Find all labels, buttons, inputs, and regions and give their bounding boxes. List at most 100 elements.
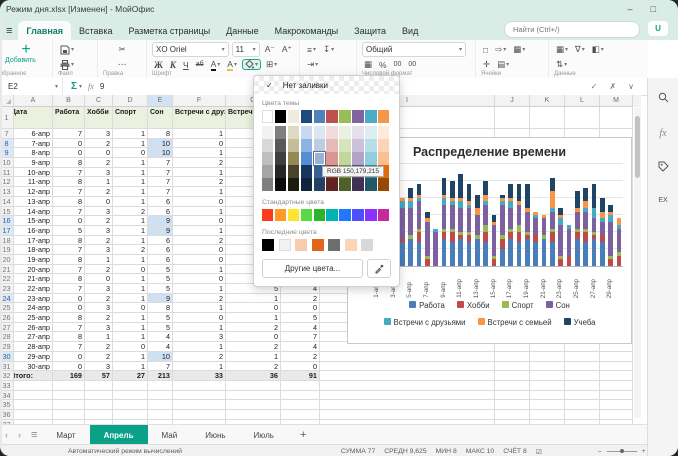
- color-swatch[interactable]: [339, 139, 350, 152]
- value-cell[interactable]: 7: [281, 332, 320, 342]
- color-swatch[interactable]: [339, 110, 350, 123]
- column-header-K[interactable]: K: [530, 95, 565, 107]
- color-swatch[interactable]: [314, 139, 325, 152]
- value-cell[interactable]: 3: [85, 245, 113, 255]
- color-swatch[interactable]: [326, 152, 337, 165]
- sheet-tab-Май[interactable]: Май: [148, 425, 192, 445]
- row-number[interactable]: 18: [0, 236, 14, 246]
- empty-cell[interactable]: [530, 391, 565, 401]
- empty-cell[interactable]: [226, 400, 281, 410]
- empty-cell[interactable]: [113, 400, 148, 410]
- value-cell[interactable]: 2: [226, 342, 281, 352]
- value-cell[interactable]: 3: [85, 362, 113, 372]
- color-swatch[interactable]: [262, 110, 273, 123]
- font-smaller-button[interactable]: А⁻: [263, 44, 277, 55]
- value-cell[interactable]: 8: [53, 236, 85, 246]
- value-cell[interactable]: 0: [53, 303, 85, 313]
- empty-cell[interactable]: [53, 381, 85, 391]
- empty-cell[interactable]: [530, 362, 565, 372]
- value-cell[interactable]: 7: [148, 177, 173, 187]
- menu-tab-Вставка[interactable]: Вставка: [71, 21, 120, 40]
- vertical-align-button[interactable]: ↧▾: [321, 44, 336, 55]
- value-cell[interactable]: 1: [113, 129, 148, 139]
- currency-button[interactable]: ▦: [362, 59, 374, 70]
- value-cell[interactable]: 2: [85, 216, 113, 226]
- add-sheet-button[interactable]: +: [288, 429, 318, 441]
- color-swatch[interactable]: [365, 126, 376, 139]
- color-swatch[interactable]: [301, 126, 312, 139]
- color-swatch[interactable]: [326, 178, 337, 191]
- color-swatch[interactable]: [288, 209, 299, 221]
- empty-cell[interactable]: [530, 400, 565, 410]
- row-number[interactable]: 17: [0, 226, 14, 236]
- strikethrough-button[interactable]: аб: [194, 61, 206, 68]
- row-number[interactable]: 21: [0, 265, 14, 275]
- tag-icon[interactable]: [658, 161, 669, 175]
- color-swatch[interactable]: [378, 178, 389, 191]
- date-cell[interactable]: 24-апр: [14, 303, 53, 313]
- row-number[interactable]: 25: [0, 303, 14, 313]
- value-cell[interactable]: 1: [113, 168, 148, 178]
- empty-cell[interactable]: [495, 391, 530, 401]
- color-swatch[interactable]: [279, 239, 291, 251]
- date-cell[interactable]: 28-апр: [14, 342, 53, 352]
- stats-settings-icon[interactable]: ☑: [536, 448, 542, 456]
- color-swatch[interactable]: [378, 110, 389, 123]
- next-sheet-icon[interactable]: ›: [13, 430, 26, 440]
- zoom-slider[interactable]: [607, 451, 637, 452]
- value-cell[interactable]: 2: [85, 236, 113, 246]
- cut-button[interactable]: ✂: [116, 44, 127, 55]
- empty-cell[interactable]: [226, 410, 281, 420]
- date-cell[interactable]: 6-апр: [14, 129, 53, 139]
- value-cell[interactable]: 5: [148, 274, 173, 284]
- color-swatch[interactable]: [352, 178, 363, 191]
- color-swatch[interactable]: [326, 139, 337, 152]
- value-cell[interactable]: 1: [113, 332, 148, 342]
- color-swatch[interactable]: [275, 152, 286, 165]
- value-cell[interactable]: 0: [53, 148, 85, 158]
- empty-cell[interactable]: [565, 371, 600, 381]
- value-cell[interactable]: 7: [53, 187, 85, 197]
- value-cell[interactable]: 1: [173, 129, 226, 139]
- row-number[interactable]: 16: [0, 216, 14, 226]
- empty-cell[interactable]: [173, 381, 226, 391]
- empty-cell[interactable]: [600, 381, 633, 391]
- color-swatch[interactable]: [262, 178, 273, 191]
- empty-cell[interactable]: [495, 352, 530, 362]
- empty-cell[interactable]: [495, 410, 530, 420]
- value-cell[interactable]: 8: [53, 197, 85, 207]
- row-number[interactable]: 13: [0, 187, 14, 197]
- color-swatch[interactable]: [288, 178, 299, 191]
- value-cell[interactable]: 7: [53, 323, 85, 333]
- row-number[interactable]: 14: [0, 197, 14, 207]
- color-swatch[interactable]: [275, 139, 286, 152]
- value-cell[interactable]: 0: [173, 197, 226, 207]
- row-number[interactable]: 27: [0, 323, 14, 333]
- value-cell[interactable]: 0: [85, 197, 113, 207]
- empty-cell[interactable]: [85, 391, 113, 401]
- date-cell[interactable]: 27-апр: [14, 332, 53, 342]
- date-cell[interactable]: 13-апр: [14, 197, 53, 207]
- value-cell[interactable]: 1: [113, 255, 148, 265]
- empty-cell[interactable]: [148, 381, 173, 391]
- value-cell[interactable]: 1: [113, 139, 148, 149]
- color-swatch[interactable]: [275, 178, 286, 191]
- empty-cell[interactable]: [281, 391, 320, 401]
- value-cell[interactable]: 0: [226, 332, 281, 342]
- empty-cell[interactable]: [600, 371, 633, 381]
- row-number[interactable]: 23: [0, 284, 14, 294]
- value-cell[interactable]: 2: [85, 187, 113, 197]
- value-cell[interactable]: 7: [53, 129, 85, 139]
- cell-name-box[interactable]: E2▾: [0, 78, 63, 95]
- merge-cells-button[interactable]: ▦▾: [511, 44, 527, 55]
- value-cell[interactable]: 6: [148, 236, 173, 246]
- decrease-decimal-button[interactable]: 00: [392, 61, 404, 68]
- fill-color-button[interactable]: ▾: [242, 59, 261, 70]
- color-swatch[interactable]: [365, 178, 376, 191]
- color-swatch[interactable]: [328, 239, 340, 251]
- value-cell[interactable]: 7: [148, 362, 173, 372]
- empty-cell[interactable]: [148, 391, 173, 401]
- row-number[interactable]: 34: [0, 391, 14, 401]
- value-cell[interactable]: 7: [53, 265, 85, 275]
- value-cell[interactable]: 2: [85, 158, 113, 168]
